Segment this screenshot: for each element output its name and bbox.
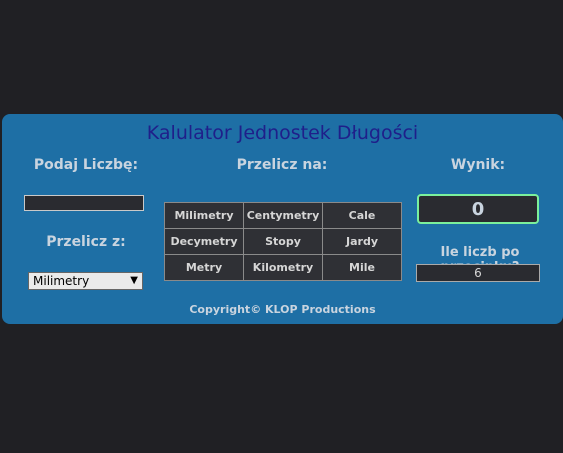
from-unit-selected: Milimetry (33, 274, 90, 288)
unit-button-milimetry[interactable]: Milimetry (165, 203, 243, 228)
unit-button-stopy[interactable]: Stopy (244, 229, 322, 254)
unit-button-mile[interactable]: Mile (323, 255, 401, 280)
to-unit-grid: Milimetry Centymetry Cale Decymetry Stop… (164, 202, 402, 281)
from-unit-select[interactable]: Milimetry ▼ (28, 272, 143, 290)
decimals-input[interactable]: 6 (416, 264, 540, 282)
copyright-text: Copyright© KLOP Productions (189, 303, 376, 316)
result-label: Wynik: (450, 157, 506, 173)
unit-button-centymetry[interactable]: Centymetry (244, 203, 322, 228)
page-title: Kalulator Jednostek Długości (146, 122, 419, 144)
chevron-down-icon: ▼ (130, 275, 138, 286)
input-label: Podaj Liczbę: (33, 157, 139, 173)
calculator-panel: Kalulator Jednostek Długości Podaj Liczb… (2, 114, 563, 324)
unit-button-kilometry[interactable]: Kilometry (244, 255, 322, 280)
unit-button-cale[interactable]: Cale (323, 203, 401, 228)
to-label: Przelicz na: (236, 157, 328, 173)
unit-button-metry[interactable]: Metry (165, 255, 243, 280)
unit-button-decymetry[interactable]: Decymetry (165, 229, 243, 254)
number-input[interactable] (24, 195, 144, 211)
unit-button-jardy[interactable]: Jardy (323, 229, 401, 254)
result-display: 0 (417, 194, 539, 224)
from-label: Przelicz z: (46, 234, 126, 250)
